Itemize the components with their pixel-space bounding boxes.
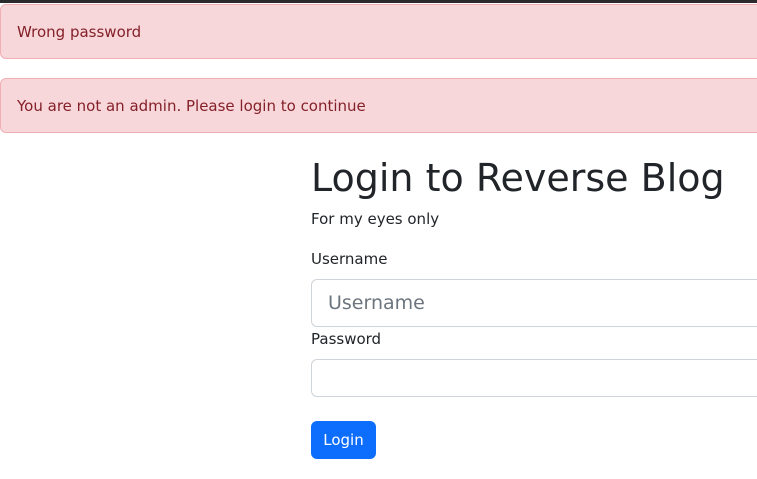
page-title: Login to Reverse Blog xyxy=(311,156,725,200)
alert-text: Wrong password xyxy=(17,23,142,41)
alert-not-admin: You are not an admin. Please login to co… xyxy=(0,78,757,133)
login-form: Login to Reverse Blog For my eyes only U… xyxy=(311,150,757,459)
window-top-border xyxy=(0,0,757,3)
alert-wrong-password: Wrong password xyxy=(0,4,757,59)
alert-text: You are not an admin. Please login to co… xyxy=(17,97,366,115)
password-input[interactable] xyxy=(311,359,757,397)
page-subtitle: For my eyes only xyxy=(311,210,440,228)
login-button[interactable]: Login xyxy=(311,421,376,459)
username-label: Username xyxy=(311,250,388,268)
username-input[interactable] xyxy=(311,279,757,327)
password-label: Password xyxy=(311,330,382,348)
